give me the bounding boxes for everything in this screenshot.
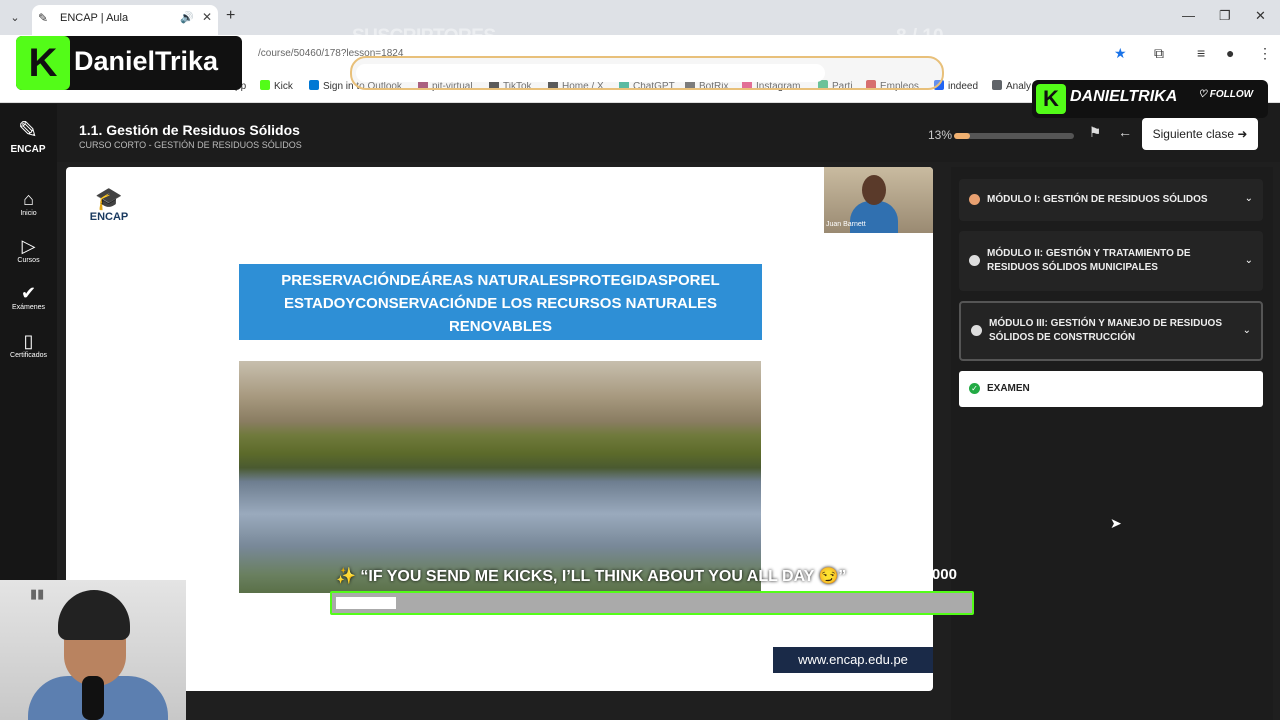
chevron-down-icon[interactable]: ⌄ [1245, 193, 1253, 204]
bookmark-icon: ▯ [23, 331, 34, 351]
kick-logo-icon: K [1036, 84, 1066, 114]
restore-icon[interactable]: ❐ [1219, 8, 1231, 24]
check-icon: ✔ [20, 283, 37, 303]
kicks-current: 190 [886, 566, 912, 583]
kick-icon [260, 80, 270, 90]
module-3[interactable]: MÓDULO III: GESTIÓN Y MANEJO DE RESIDUOS… [959, 301, 1263, 361]
follow-button: ♡ FOLLOW [1198, 89, 1254, 100]
encap-favicon-icon: ✎ [38, 11, 49, 25]
follow-badge: K DANIELTRIKA ♡ FOLLOW [1032, 80, 1268, 118]
brand-text: ENCAP [10, 144, 46, 155]
tab-search-icon[interactable]: ⌄ [6, 9, 24, 27]
play-icon: ▷ [21, 236, 36, 256]
menu-kebab-icon[interactable]: ⋮ [1258, 45, 1272, 62]
microsoft-icon [309, 80, 319, 90]
pending-dot-icon [969, 255, 980, 266]
graduation-cap-icon: 🎓 [95, 186, 123, 211]
check-circle-icon: ✓ [969, 383, 980, 394]
encap-logo[interactable]: ✎ ENCAP [6, 117, 50, 156]
streamer-logo: K DanielTrika [16, 36, 242, 90]
kicks-goal-message: ✨ “IF YOU SEND ME KICKS, I’LL THINK ABOU… [336, 568, 847, 585]
slide-url: www.encap.edu.pe [773, 647, 933, 673]
sidebar-item-label: Inicio [20, 210, 37, 217]
home-icon: ⌂ [23, 189, 34, 209]
pending-dot-icon [971, 325, 982, 336]
sidebar-item-examenes[interactable]: ✔ Exámenes [0, 282, 57, 311]
slide-title: PRESERVACIÓNDEÁREAS NATURALESPROTEGIDASP… [239, 264, 762, 340]
chevron-down-icon[interactable]: ⌄ [1245, 255, 1253, 266]
presenter-name: Juan Barnett [826, 221, 866, 228]
sidebar-item-label: Certificados [10, 352, 47, 359]
course-progress-fill [954, 133, 970, 139]
course-subtitle: CURSO CORTO - GESTIÓN DE RESIDUOS SÓLIDO… [79, 140, 302, 150]
kick-logo-icon: K [16, 36, 70, 90]
subs-goal-label: SUSCRIPTORES [352, 26, 496, 47]
browser-tab[interactable]: ✎ ENCAP | Aula 🔊 ✕ [32, 5, 218, 35]
next-lesson-button[interactable]: Siguiente clase ➜ [1142, 118, 1258, 150]
module-label: MÓDULO III: GESTIÓN Y MANEJO DE RESIDUOS… [989, 318, 1222, 343]
new-tab-icon[interactable]: + [226, 7, 235, 25]
completed-dot-icon [969, 194, 980, 205]
subs-goal-fill [356, 64, 825, 82]
progress-percent: 13% [928, 128, 953, 142]
encap-logo-icon: ✎ [17, 117, 39, 144]
flag-icon[interactable]: ⚑ [1084, 124, 1106, 146]
subs-goal-count: 8 / 10 [896, 26, 944, 47]
profile-avatar-icon[interactable]: ● [1226, 45, 1234, 61]
kicks-goal: / 2000 [915, 566, 957, 583]
tab-title: ENCAP | Aula [60, 12, 129, 24]
presenter-head [862, 175, 886, 205]
chevron-down-icon[interactable]: ⌄ [1243, 325, 1251, 336]
extensions-icon[interactable]: ⧉ [1154, 45, 1164, 62]
wetland-photo [239, 361, 761, 593]
sidebar-item-inicio[interactable]: ⌂ Inicio [0, 188, 57, 217]
media-icon[interactable]: ≡ [1197, 45, 1205, 61]
bookmark-kick[interactable]: Kick [260, 80, 293, 92]
browser-tab-strip: ⌄ ✎ ENCAP | Aula 🔊 ✕ + — ❐ ✕ [0, 0, 1280, 35]
bookmark-star-icon[interactable]: ★ [1114, 45, 1127, 62]
sidebar-item-label: Exámenes [11, 304, 46, 311]
presenter-body [850, 201, 898, 233]
module-1[interactable]: MÓDULO I: GESTIÓN DE RESIDUOS SÓLIDOS ⌄ [959, 179, 1263, 221]
exam-item[interactable]: ✓ EXAMEN [959, 371, 1263, 407]
streamer-name: DanielTrika [74, 46, 219, 76]
course-progress-bar [954, 133, 1074, 139]
presenter-camera: Juan Barnett [824, 167, 933, 233]
kicks-goal-bar [330, 591, 974, 615]
mouse-cursor-icon: ➤ [1110, 515, 1122, 531]
close-tab-icon[interactable]: ✕ [202, 10, 212, 24]
sidebar-item-cursos[interactable]: ▷ Cursos [0, 235, 57, 264]
slide-logo: 🎓 ENCAP [86, 186, 132, 224]
subs-goal-bar [350, 56, 944, 90]
sidebar-item-label: Cursos [17, 257, 40, 264]
analytics-icon [992, 80, 1002, 90]
sidebar-item-certificados[interactable]: ▯ Certificados [0, 330, 57, 359]
streamer-webcam: ▮▮ [0, 580, 186, 720]
bookmark-analytics[interactable]: Analy [992, 80, 1031, 92]
slide-logo-text: ENCAP [89, 211, 129, 223]
background-object: ▮▮ [30, 586, 45, 601]
follow-streamer-name: DANIELTRIKA [1070, 88, 1178, 105]
speaker-icon[interactable]: 🔊 [180, 11, 194, 24]
kicks-goal-count: 190 / 2000 [886, 566, 957, 583]
webcam-hair [58, 590, 130, 640]
minimize-icon[interactable]: — [1182, 8, 1195, 23]
microphone-icon [82, 676, 104, 720]
lesson-title: 1.1. Gestión de Residuos Sólidos [79, 122, 300, 138]
window-close-icon[interactable]: ✕ [1255, 8, 1266, 24]
kicks-goal-fill [336, 597, 397, 609]
module-label: MÓDULO I: GESTIÓN DE RESIDUOS SÓLIDOS [987, 194, 1208, 205]
back-arrow-icon[interactable]: ← [1114, 124, 1136, 146]
module-label: MÓDULO II: GESTIÓN Y TRATAMIENTO DE RESI… [987, 248, 1191, 273]
exam-label: EXAMEN [987, 383, 1030, 394]
module-2[interactable]: MÓDULO II: GESTIÓN Y TRATAMIENTO DE RESI… [959, 231, 1263, 291]
follow-label: FOLLOW [1209, 89, 1254, 100]
module-list: MÓDULO I: GESTIÓN DE RESIDUOS SÓLIDOS ⌄ … [951, 167, 1273, 720]
